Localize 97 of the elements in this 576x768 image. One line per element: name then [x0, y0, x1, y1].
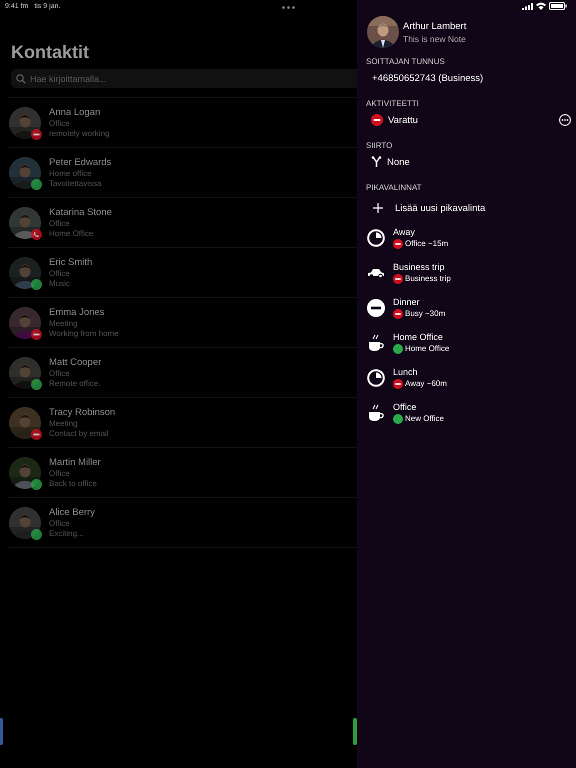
contact-name: Peter Edwards — [49, 157, 112, 168]
busy-status-icon — [393, 238, 403, 248]
contact-location: Meeting — [49, 419, 78, 428]
activity-value[interactable]: Varattu — [388, 114, 418, 126]
edge-handle[interactable] — [353, 718, 357, 745]
contact-row[interactable]: Katarina Stone Office Home Office — [9, 198, 357, 248]
available-status-icon — [393, 414, 403, 424]
section-heading: SIIRTO — [366, 141, 394, 150]
contact-note: Contact by email — [49, 429, 110, 438]
contact-name: Katarina Stone — [49, 207, 112, 218]
section-heading: SOITTAJAN TUNNUS — [366, 57, 446, 66]
contact-location: Office — [49, 519, 71, 528]
more-dots-icon — [282, 6, 295, 9]
contact-row[interactable]: Alice Berry Office Exciting... — [9, 498, 357, 548]
busy-status-icon — [393, 378, 403, 388]
available-status-icon — [31, 478, 42, 490]
contact-row[interactable]: Martin Miller Office Back to office — [9, 448, 357, 498]
contact-location: Office — [49, 369, 71, 378]
contact-note: Tavoitettavissa — [49, 179, 102, 188]
contact-row[interactable]: Eric Smith Office Music — [9, 248, 357, 298]
contact-note: Music — [49, 279, 71, 288]
contact-row[interactable]: Anna Logan Office remotely working — [9, 98, 357, 148]
contact-location: Office — [49, 119, 71, 128]
contact-name: Anna Logan — [49, 107, 102, 118]
busy-status-icon — [393, 274, 403, 284]
contact-location: Meeting — [49, 319, 78, 328]
clock-icon — [367, 368, 385, 386]
shortcut-detail: New Office — [405, 414, 444, 423]
contact-name: Eric Smith — [49, 257, 92, 268]
car-icon — [367, 268, 385, 278]
fork-icon — [371, 156, 382, 168]
add-shortcut-button[interactable]: Lisää uusi pikavalinta — [366, 196, 571, 220]
contact-note: Remote office. — [49, 379, 102, 388]
contact-location: Office — [49, 219, 71, 228]
transfer-value[interactable]: None — [387, 156, 410, 168]
cup-icon — [368, 334, 384, 352]
contact-note: Home Office — [49, 229, 94, 238]
wifi-icon — [536, 2, 546, 10]
contact-name: Tracy Robinson — [49, 407, 116, 418]
shortcut-title: Home Office — [393, 332, 444, 342]
available-status-icon — [31, 378, 42, 390]
shortcut-title: Business trip — [393, 262, 446, 272]
available-status-icon — [393, 344, 403, 354]
page-title: Kontaktit — [11, 42, 90, 63]
contact-note: Exciting... — [49, 529, 85, 538]
available-status-icon — [31, 278, 42, 290]
contact-row[interactable]: Matt Cooper Office Remote office. — [9, 348, 357, 398]
contact-name: Martin Miller — [49, 457, 101, 468]
caller-id-value[interactable]: +46850652743 (Business) — [371, 72, 484, 84]
contact-name: Emma Jones — [49, 307, 106, 318]
shortcut-title: Away — [393, 226, 416, 236]
busy-status-icon — [31, 328, 42, 340]
signal-icon — [522, 2, 533, 10]
more-icon[interactable] — [559, 114, 571, 126]
battery-icon — [549, 2, 567, 10]
shortcut-detail: Busy ~30m — [405, 309, 446, 318]
shortcut-item[interactable]: Away Office ~15m — [366, 220, 571, 255]
plus-icon — [373, 203, 383, 213]
contact-location: Home office — [49, 169, 93, 178]
busy-status-icon — [371, 114, 383, 126]
shortcut-item[interactable]: Business trip Business trip — [366, 255, 571, 290]
section-heading: AKTIVITEETTI — [366, 99, 420, 108]
contact-note: Working from home — [49, 329, 119, 338]
shortcut-detail: Away ~60m — [405, 379, 447, 388]
shortcut-detail: Office ~15m — [405, 239, 448, 248]
shortcut-title: Office — [393, 402, 418, 412]
cup-icon — [368, 404, 384, 422]
contact-note: remotely working — [49, 129, 110, 138]
section-heading: PIKAVALINNAT — [366, 183, 423, 192]
minus-circle-icon — [367, 298, 385, 316]
shortcut-item[interactable]: Home Office Home Office — [366, 325, 571, 360]
shortcut-title: Dinner — [393, 296, 421, 306]
shortcut-item[interactable]: Lunch Away ~60m — [366, 360, 571, 395]
busy-status-icon — [393, 308, 403, 318]
contact-name: Matt Cooper — [49, 357, 102, 368]
shortcut-detail: Home Office — [405, 344, 450, 353]
contact-location: Office — [49, 269, 71, 278]
busy-status-icon — [31, 128, 42, 140]
profile-note: This is new Note — [403, 34, 466, 44]
shortcut-detail: Business trip — [405, 274, 451, 283]
contact-name: Alice Berry — [49, 507, 95, 518]
contact-row[interactable]: Emma Jones Meeting Working from home — [9, 298, 357, 348]
edge-handle[interactable] — [0, 718, 3, 745]
shortcut-title: Lunch — [393, 366, 419, 376]
profile-name: Arthur Lambert — [403, 20, 466, 32]
contact-note: Back to office — [49, 479, 98, 488]
search-field[interactable]: Hae kirjoittamalla... — [11, 69, 357, 88]
available-status-icon — [31, 528, 42, 540]
clock-icon — [367, 228, 385, 246]
shortcut-item[interactable]: Dinner Busy ~30m — [366, 290, 571, 325]
busy-status-icon — [31, 428, 42, 440]
phone-status-icon — [31, 228, 42, 240]
shortcut-item[interactable]: Office New Office — [366, 395, 571, 430]
contact-row[interactable]: Peter Edwards Home office Tavoitettavissa — [9, 148, 357, 198]
contact-row[interactable]: Tracy Robinson Meeting Contact by email — [9, 398, 357, 448]
contact-location: Office — [49, 469, 71, 478]
available-status-icon — [31, 178, 42, 190]
